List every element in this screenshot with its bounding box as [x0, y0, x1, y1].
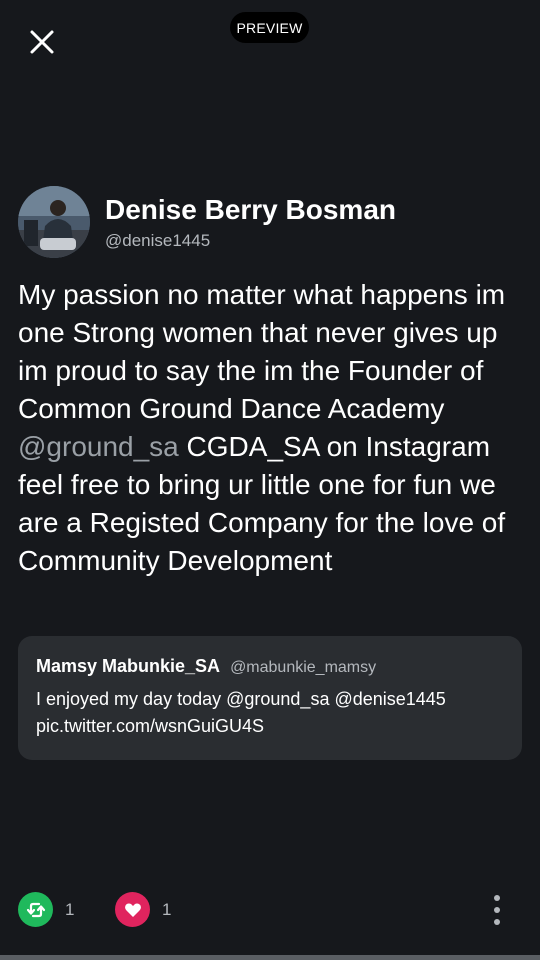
close-button[interactable] — [22, 22, 62, 62]
avatar[interactable] — [18, 186, 90, 258]
quoted-tweet-card[interactable]: Mamsy Mabunkie_SA @mabunkie_mamsy I enjo… — [18, 636, 522, 760]
heart-icon — [115, 892, 150, 927]
tweet-text-part: My passion no matter what happens im one… — [18, 279, 506, 424]
author-name[interactable]: Denise Berry Bosman — [105, 193, 396, 227]
quoted-author-handle: @mabunkie_mamsy — [230, 659, 377, 676]
more-vertical-icon — [494, 895, 500, 901]
retweet-button[interactable]: 1 — [18, 892, 74, 927]
like-button[interactable]: 1 — [115, 892, 171, 927]
tweet-text: My passion no matter what happens im one… — [18, 276, 522, 580]
close-icon — [30, 30, 54, 54]
more-options-button[interactable] — [484, 890, 510, 930]
preview-badge: PREVIEW — [230, 12, 309, 43]
author-handle[interactable]: @denise1445 — [105, 231, 396, 251]
quoted-tweet-text: I enjoyed my day today @ground_sa @denis… — [36, 689, 446, 736]
bottom-divider — [0, 955, 540, 960]
more-vertical-icon — [494, 919, 500, 925]
quoted-author-name: Mamsy Mabunkie_SA — [36, 656, 221, 676]
like-count: 1 — [162, 899, 172, 919]
retweet-icon — [18, 892, 53, 927]
more-vertical-icon — [494, 907, 500, 913]
mention-link[interactable]: @ground_sa — [18, 431, 179, 462]
retweet-count: 1 — [65, 899, 75, 919]
tweet-author: Denise Berry Bosman @denise1445 — [18, 186, 396, 258]
